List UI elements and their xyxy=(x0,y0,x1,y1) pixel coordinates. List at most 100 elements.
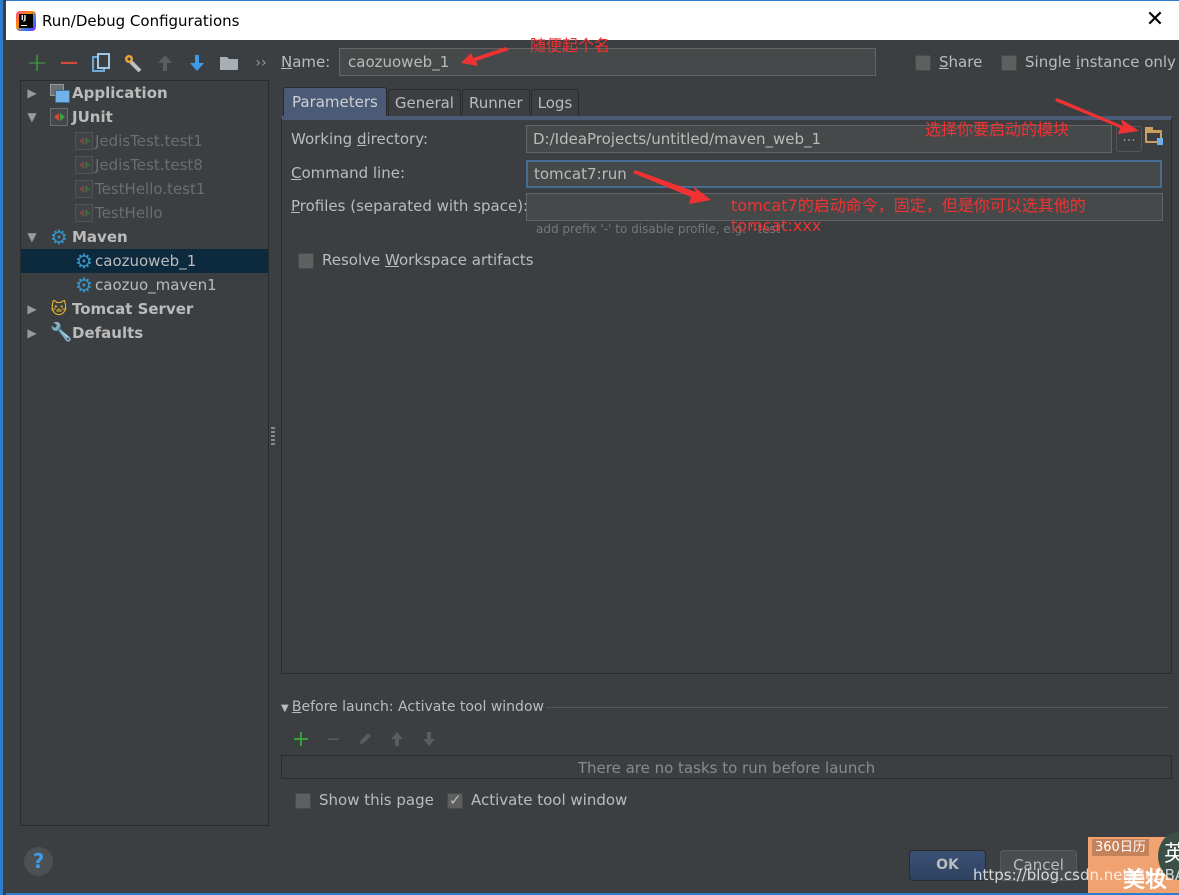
tree-item-label: JedisTest.test1 xyxy=(95,132,203,150)
tree-item-caozuo-maven1[interactable]: ⚙ caozuo_maven1 xyxy=(21,273,268,297)
add-config-button[interactable]: + xyxy=(21,48,53,78)
arrow-down-icon xyxy=(423,732,435,746)
share-label[interactable]: Share xyxy=(939,53,982,71)
tree-item-label: Application xyxy=(72,84,168,102)
profiles-label: Profiles (separated with space): xyxy=(291,197,529,215)
tab-parameters[interactable]: Parameters xyxy=(283,87,387,116)
annotation-name-note: 随便起个名 xyxy=(530,36,611,55)
collapse-triangle-icon: ▼ xyxy=(281,703,292,714)
tab-general[interactable]: General xyxy=(387,89,461,116)
junit-icon xyxy=(75,180,93,198)
before-launch-header[interactable]: ▼ Before launch: Activate tool window xyxy=(281,699,544,715)
junit-icon xyxy=(75,156,93,174)
folder-icon xyxy=(220,57,238,70)
expand-arrow-down-icon[interactable]: ▼ xyxy=(25,110,39,124)
move-task-up-button[interactable] xyxy=(381,728,413,750)
tab-logs[interactable]: Logs xyxy=(530,89,580,116)
copy-icon xyxy=(92,53,110,72)
annotation-command-note-line2: tomcat:xxx xyxy=(731,216,822,235)
minus-icon: − xyxy=(58,48,80,78)
junit-icon xyxy=(75,204,93,222)
edit-task-button[interactable] xyxy=(349,728,381,750)
show-this-page-label[interactable]: Show this page xyxy=(319,791,434,809)
maven-gear-icon: ⚙ xyxy=(50,225,68,249)
pencil-icon xyxy=(359,733,371,745)
command-line-input[interactable]: tomcat7:run xyxy=(526,160,1162,188)
watermark: https://blog.csdn.net/GeBBA xyxy=(973,866,1179,884)
remove-config-button[interactable]: − xyxy=(53,48,85,78)
tree-item-testhello-test1[interactable]: TestHello.test1 xyxy=(21,177,268,201)
tree-item-tomcat-server[interactable]: ▶ 🐱 Tomcat Server xyxy=(21,297,268,321)
copy-config-button[interactable] xyxy=(85,50,117,76)
arrow-down-icon xyxy=(190,55,204,71)
tree-item-caozuoweb-1[interactable]: ⚙ caozuoweb_1 xyxy=(21,249,268,273)
expand-arrow-right-icon[interactable]: ▶ xyxy=(25,86,39,100)
run-debug-configurations-dialog: IJ Run/Debug Configurations ✕ + − ›› ▶ Ap… xyxy=(0,0,1179,895)
arrow-up-icon xyxy=(391,732,403,746)
splitter-handle[interactable] xyxy=(271,427,275,447)
minus-icon: − xyxy=(325,728,341,750)
expand-arrow-right-icon[interactable]: ▶ xyxy=(25,326,39,340)
tree-item-junit[interactable]: ▼ JUnit xyxy=(21,105,268,129)
move-task-down-button[interactable] xyxy=(413,728,445,750)
tree-item-label: caozuo_maven1 xyxy=(95,276,217,294)
tree-item-testhello[interactable]: TestHello xyxy=(21,201,268,225)
tree-item-maven[interactable]: ▼ ⚙ Maven xyxy=(21,225,268,249)
edit-defaults-button[interactable] xyxy=(117,50,149,76)
tab-runner[interactable]: Runner xyxy=(461,89,530,116)
move-down-button[interactable] xyxy=(181,50,213,76)
annotation-module-note: 选择你要启动的模块 xyxy=(925,120,1070,139)
double-chevron-icon: ›› xyxy=(255,55,267,71)
tree-item-label: Maven xyxy=(72,228,128,246)
tree-item-label: JedisTest.test8 xyxy=(95,156,203,174)
resolve-workspace-label[interactable]: Resolve Workspace artifacts xyxy=(322,251,534,269)
create-folder-button[interactable] xyxy=(213,50,245,76)
expand-arrow-down-icon[interactable]: ▼ xyxy=(25,230,39,244)
tree-item-application[interactable]: ▶ Application xyxy=(21,81,268,105)
select-module-button[interactable] xyxy=(1144,127,1164,147)
wrench-icon xyxy=(125,55,142,73)
tree-item-jedistest-test8[interactable]: JedisTest.test8 xyxy=(21,153,268,177)
before-launch-toolbar: + − xyxy=(285,726,445,752)
tomcat-icon: 🐱 xyxy=(50,299,68,318)
separator-line xyxy=(546,707,1169,708)
resolve-workspace-checkbox[interactable] xyxy=(298,253,314,269)
single-instance-checkbox[interactable] xyxy=(1001,55,1017,71)
name-label: Name: xyxy=(281,53,331,71)
defaults-wrench-icon: 🔧 xyxy=(50,322,73,343)
remove-task-button[interactable]: − xyxy=(317,728,349,750)
plus-icon: + xyxy=(26,48,48,78)
single-instance-label[interactable]: Single instance only xyxy=(1025,53,1176,71)
application-icon xyxy=(50,84,70,103)
tree-item-label: Tomcat Server xyxy=(72,300,194,318)
activate-tool-window-label[interactable]: Activate tool window xyxy=(471,791,627,809)
move-up-button[interactable] xyxy=(149,50,181,76)
show-this-page-checkbox[interactable] xyxy=(295,793,311,809)
tree-item-defaults[interactable]: ▶ 🔧 Defaults xyxy=(21,321,268,345)
expand-arrow-right-icon[interactable]: ▶ xyxy=(25,302,39,316)
junit-icon xyxy=(75,132,93,150)
plus-icon: + xyxy=(291,726,311,752)
share-checkbox[interactable] xyxy=(915,55,931,71)
add-task-button[interactable]: + xyxy=(285,726,317,752)
close-icon[interactable]: ✕ xyxy=(1143,9,1167,33)
command-line-label: Command line: xyxy=(291,164,405,182)
empty-tasks-text: There are no tasks to run before launch xyxy=(577,759,876,777)
maven-gear-icon: ⚙ xyxy=(75,249,93,273)
tree-item-jedistest-test1[interactable]: JedisTest.test1 xyxy=(21,129,268,153)
maven-gear-icon: ⚙ xyxy=(75,273,93,297)
help-button[interactable]: ? xyxy=(24,847,53,876)
tree-item-label: Defaults xyxy=(72,324,144,342)
junit-icon xyxy=(50,108,68,126)
annotation-command-note-line1: tomcat7的启动命令，固定，但是你可以选其他的 xyxy=(731,196,1086,215)
tree-item-label: JUnit xyxy=(72,108,113,126)
config-tabs: Parameters General Runner Logs xyxy=(283,87,580,116)
config-tree: ▶ Application ▼ JUnit JedisTest.test1 JedisTe… xyxy=(20,80,269,826)
before-launch-task-list: There are no tasks to run before launch xyxy=(281,755,1172,779)
tree-item-label: TestHello xyxy=(95,204,163,222)
activate-tool-window-checkbox[interactable] xyxy=(447,791,463,809)
more-actions-button[interactable]: ›› xyxy=(245,50,277,76)
browse-button[interactable]: ... xyxy=(1116,126,1142,152)
arrow-up-icon xyxy=(158,55,172,71)
calendar-widget-badge: 360日历 xyxy=(1092,839,1149,856)
